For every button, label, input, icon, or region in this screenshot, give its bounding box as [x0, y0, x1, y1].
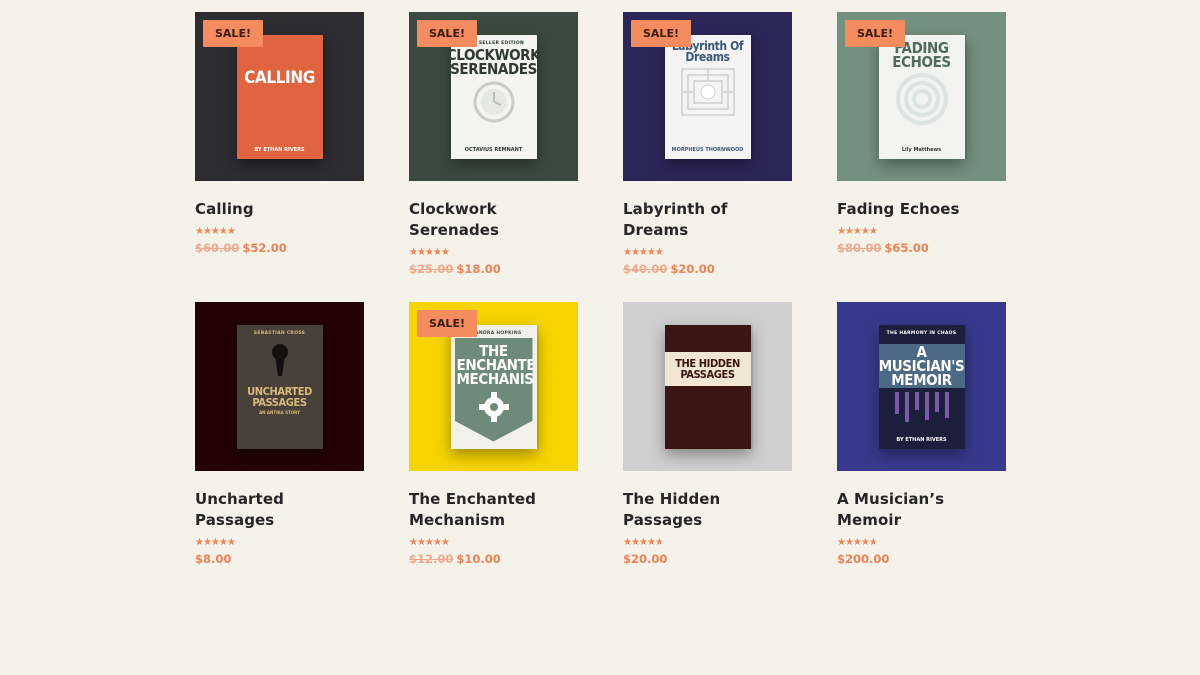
product-card[interactable]: SALE! CALLING BY ETHAN RIVERS Calling ★★★★★ ★…	[195, 12, 364, 302]
cover-kicker: MARCUS WELLINGS	[680, 330, 735, 336]
book-cover: LYSANDRA HOPKINSTHE ENCHANTED MECHANISM	[450, 324, 537, 449]
product-thumbnail[interactable]: SALE! FADING ECHOES Lily Matthews	[837, 12, 1006, 181]
maze-icon	[680, 67, 736, 121]
star-fill-icon: ★★★★★	[195, 226, 236, 237]
sale-price: $8.00	[195, 552, 232, 566]
cover-author: OCTAVIUS REMNANT	[464, 146, 523, 153]
sale-price: $20.00	[623, 552, 668, 566]
product-thumbnail[interactable]: SALE! CALLING BY ETHAN RIVERS	[195, 12, 364, 181]
sale-price: $20.00	[670, 262, 715, 276]
star-fill-icon: ★★★★★	[837, 537, 876, 548]
cover-author: BY ETHAN RIVERS	[254, 146, 305, 153]
star-rating: ★★★★★ ★★★★★	[195, 226, 243, 237]
piano-icon	[889, 391, 955, 430]
star-rating: ★★★★★ ★★★★★	[623, 247, 671, 258]
product-title-link[interactable]: Clockwork Serenades	[409, 199, 578, 241]
cover-title: THE HIDDEN PASSAGES	[675, 356, 740, 381]
price: $40.00 $20.00	[623, 262, 792, 276]
price: $8.00	[195, 552, 364, 566]
product-thumbnail[interactable]: SALE! BEST SELLER EDITION CLOCKWORK SERENA…	[409, 12, 578, 181]
product-title-link[interactable]: Uncharted Passages	[195, 489, 364, 531]
star-fill-icon: ★★★★★	[195, 537, 236, 548]
book-cover: FADING ECHOES Lily Matthews	[878, 34, 965, 159]
star-rating: ★★★★★ ★★★★★	[623, 537, 671, 548]
rings-icon	[892, 72, 952, 129]
original-price: $12.00	[409, 552, 454, 566]
sale-badge: SALE!	[631, 20, 691, 47]
cover-kicker: SEBASTIAN CROSS	[253, 330, 306, 336]
cover-author: MORPHEUS THORNWOOD	[671, 146, 744, 153]
book-cover: BEST SELLER EDITION CLOCKWORK SERENADES OC…	[450, 34, 537, 159]
cover-title: UNCHARTED PASSAGES	[247, 384, 312, 409]
original-price: $40.00	[623, 262, 668, 276]
star-fill-icon: ★★★★★	[409, 537, 450, 548]
star-fill-icon: ★★★★★	[837, 226, 878, 237]
sale-price: $10.00	[456, 552, 501, 566]
cover-kicker: THE HARMONY IN CHAOS	[886, 330, 957, 336]
star-fill-icon: ★★★★★	[623, 247, 664, 258]
star-rating: ★★★★★ ★★★★★	[837, 537, 885, 548]
cover-author: AN ANTIKA STORY	[259, 409, 300, 415]
book-cover: THE HARMONY IN CHAOS A MUSICIAN'S MEMOIR B…	[878, 324, 965, 449]
product-title-link[interactable]: Labyrinth of Dreams	[623, 199, 792, 241]
product-title-link[interactable]: The Enchanted Mechanism	[409, 489, 578, 531]
gear-icon	[457, 390, 531, 428]
clock-icon	[472, 80, 516, 128]
product-card[interactable]: THE HARMONY IN CHAOS A MUSICIAN'S MEMOIR B…	[837, 302, 1006, 592]
sale-badge: SALE!	[417, 20, 477, 47]
product-title-link[interactable]: Calling	[195, 199, 364, 220]
product-thumbnail[interactable]: SALE!LYSANDRA HOPKINSTHE ENCHANTED MECHA…	[409, 302, 578, 471]
cover-title: A MUSICIAN'S MEMOIR	[878, 342, 965, 389]
star-fill-icon: ★★★★★	[409, 247, 450, 258]
price: $25.00 $18.00	[409, 262, 578, 276]
product-card[interactable]: SALE! BEST SELLER EDITION CLOCKWORK SERENA…	[409, 12, 578, 302]
price: $12.00 $10.00	[409, 552, 578, 566]
cover-author: BY ETHAN RIVERS	[896, 436, 947, 443]
product-card[interactable]: SALE! Labyrinth Of Dreams MORPHEUS THORNWO…	[623, 12, 792, 302]
product-card[interactable]: SEBASTIAN CROSS UNCHARTED PASSAGES AN ANTI…	[195, 302, 364, 592]
cover-title: CLOCKWORK SERENADES	[450, 45, 537, 78]
star-fill-icon: ★★★★★	[623, 537, 662, 548]
sale-badge: SALE!	[417, 310, 477, 337]
product-grid: SALE! CALLING BY ETHAN RIVERS Calling ★★★★★ ★…	[195, 12, 1006, 592]
star-rating: ★★★★★ ★★★★★	[409, 247, 457, 258]
book-cover: MARCUS WELLINGS THE HIDDEN PASSAGES	[664, 324, 751, 449]
sale-price: $200.00	[837, 552, 890, 566]
price: $80.00 $65.00	[837, 241, 1006, 255]
book-cover: Labyrinth Of Dreams MORPHEUS THORNWOOD	[664, 34, 751, 159]
product-thumbnail[interactable]: MARCUS WELLINGS THE HIDDEN PASSAGES	[623, 302, 792, 471]
sale-badge: SALE!	[203, 20, 263, 47]
keyhole-icon	[268, 342, 292, 382]
book-cover: CALLING BY ETHAN RIVERS	[236, 34, 323, 159]
sale-price: $52.00	[242, 241, 287, 255]
price: $20.00	[623, 552, 792, 566]
product-thumbnail[interactable]: THE HARMONY IN CHAOS A MUSICIAN'S MEMOIR B…	[837, 302, 1006, 471]
sale-badge: SALE!	[845, 20, 905, 47]
price: $60.00 $52.00	[195, 241, 364, 255]
product-thumbnail[interactable]: SALE! Labyrinth Of Dreams MORPHEUS THORNWO…	[623, 12, 792, 181]
star-rating: ★★★★★ ★★★★★	[837, 226, 885, 237]
product-card[interactable]: SALE!LYSANDRA HOPKINSTHE ENCHANTED MECHA…	[409, 302, 578, 592]
cover-title: CALLING	[244, 67, 315, 88]
product-thumbnail[interactable]: SEBASTIAN CROSS UNCHARTED PASSAGES AN ANTI…	[195, 302, 364, 471]
original-price: $80.00	[837, 241, 882, 255]
product-card[interactable]: MARCUS WELLINGS THE HIDDEN PASSAGES The Hi…	[623, 302, 792, 592]
cover-author: Lily Matthews	[901, 146, 942, 153]
book-cover: SEBASTIAN CROSS UNCHARTED PASSAGES AN ANTI…	[236, 324, 323, 449]
product-title-link[interactable]: A Musician’s Memoir	[837, 489, 1006, 531]
product-card[interactable]: SALE! FADING ECHOES Lily Matthews Fading Ec…	[837, 12, 1006, 302]
product-title-link[interactable]: Fading Echoes	[837, 199, 1006, 220]
product-title-link[interactable]: The Hidden Passages	[623, 489, 792, 531]
cover-title: THE ENCHANTED MECHANISM	[456, 341, 536, 388]
original-price: $60.00	[195, 241, 240, 255]
cover-banner: THE ENCHANTED MECHANISM	[454, 337, 536, 442]
cover-paper: THE HIDDEN PASSAGES	[664, 351, 751, 386]
original-price: $25.00	[409, 262, 454, 276]
star-rating: ★★★★★ ★★★★★	[409, 537, 457, 548]
sale-price: $18.00	[456, 262, 501, 276]
star-rating: ★★★★★ ★★★★★	[195, 537, 243, 548]
price: $200.00	[837, 552, 1006, 566]
sale-price: $65.00	[884, 241, 929, 255]
